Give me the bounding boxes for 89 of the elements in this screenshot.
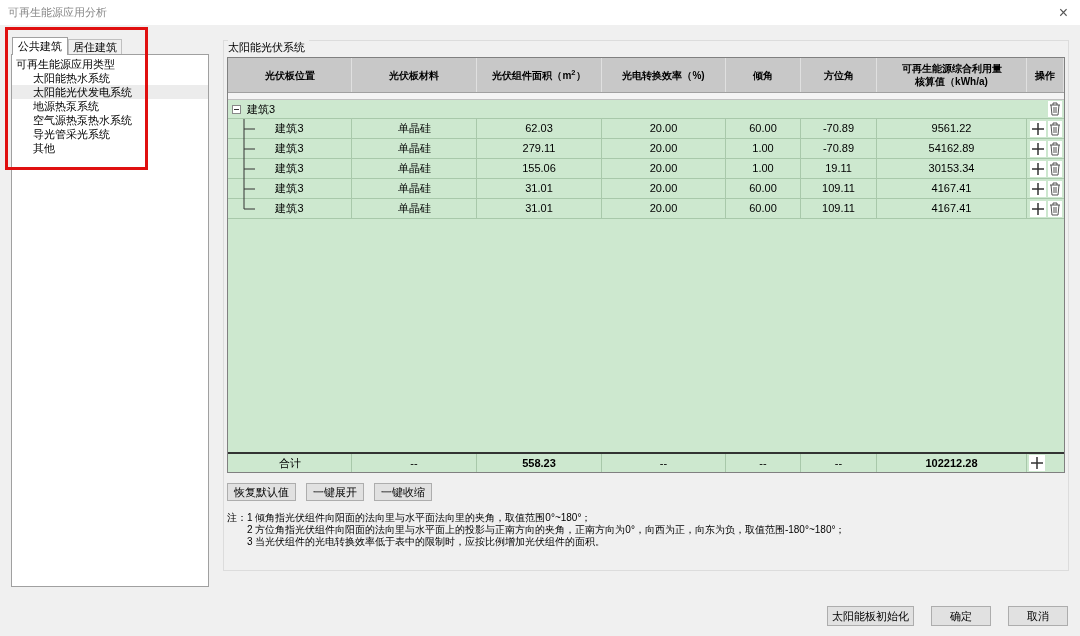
table-cell: 62.03 bbox=[477, 119, 602, 138]
table-cell: 建筑3 bbox=[228, 159, 352, 178]
tab[interactable]: 公共建筑 bbox=[12, 37, 68, 55]
table-cell: 60.00 bbox=[726, 179, 801, 198]
tree-line bbox=[243, 119, 255, 139]
table-cell: 1.00 bbox=[726, 139, 801, 158]
plus-icon[interactable] bbox=[1030, 120, 1046, 137]
table-cell: 单晶硅 bbox=[352, 179, 477, 198]
table-cell: 单晶硅 bbox=[352, 199, 477, 218]
table-cell: 20.00 bbox=[602, 119, 726, 138]
table-cell: 558.23 bbox=[477, 454, 602, 472]
tree-item[interactable]: 太阳能光伏发电系统 bbox=[12, 85, 208, 99]
table-cell: -- bbox=[726, 454, 801, 472]
column-header: 方位角 bbox=[823, 68, 854, 82]
column-header: 光伏组件面积（m$^{2}$） bbox=[492, 68, 586, 82]
table-cell: 单晶硅 bbox=[352, 119, 477, 138]
trash-icon[interactable] bbox=[1048, 101, 1062, 117]
table-cell: 单晶硅 bbox=[352, 139, 477, 158]
tree-line bbox=[243, 159, 255, 179]
column-header: 光伏板材料 bbox=[389, 68, 439, 82]
table-cell: 20.00 bbox=[602, 179, 726, 198]
note-text: 2 方位角指光伏组件向阳面的法向里与水平面上的投影与正南方向的夹角，正南方向为0°，向西为正，向东为负，取值范围-180°~180°； bbox=[247, 524, 846, 536]
close-button[interactable]: × bbox=[1058, 4, 1068, 21]
table-cell: 60.00 bbox=[726, 119, 801, 138]
trash-icon[interactable] bbox=[1048, 120, 1062, 137]
plus-icon[interactable] bbox=[1030, 160, 1046, 177]
tree-line bbox=[243, 139, 255, 159]
table-cell: 4167.41 bbox=[877, 179, 1027, 198]
note-text: 3 当光伏组件的光电转换效率低于表中的限制时，应按比例增加光伏组件的面积。 bbox=[247, 536, 607, 548]
tree-item[interactable]: 地源热泵系统 bbox=[12, 99, 208, 113]
trash-icon[interactable] bbox=[1048, 200, 1062, 217]
column-header: 操作 bbox=[1035, 68, 1055, 82]
table-cell: 建筑3 bbox=[228, 139, 352, 158]
table-cell: 30153.34 bbox=[877, 159, 1027, 178]
table-cell: -- bbox=[801, 454, 877, 472]
button[interactable]: 恢复默认值 bbox=[227, 483, 296, 501]
table-cell: 单晶硅 bbox=[352, 159, 477, 178]
table-cell: -70.89 bbox=[801, 139, 877, 158]
group-label: 建筑3 bbox=[247, 101, 277, 117]
table-cell: 109.11 bbox=[801, 179, 877, 198]
note-text: 1 倾角指光伏组件向阳面的法向里与水平面法向里的夹角，取值范围0°~180°； bbox=[247, 512, 593, 524]
table-cell: 20.00 bbox=[602, 139, 726, 158]
plus-icon[interactable] bbox=[1030, 200, 1046, 217]
table-cell: 60.00 bbox=[726, 199, 801, 218]
table-cell: -70.89 bbox=[801, 119, 877, 138]
column-header: 光伏板位置 bbox=[264, 68, 315, 82]
table-cell: 20.00 bbox=[602, 199, 726, 218]
table-cell: -- bbox=[602, 454, 726, 472]
group-title: 太阳能光伏系统 bbox=[228, 39, 309, 56]
table-cell: 102212.28 bbox=[877, 454, 1027, 472]
trash-icon[interactable] bbox=[1048, 180, 1062, 197]
table-cell: 1.00 bbox=[726, 159, 801, 178]
button[interactable]: 一键收缩 bbox=[374, 483, 432, 501]
table-cell: 建筑3 bbox=[228, 199, 352, 218]
column-header: 倾角 bbox=[753, 68, 773, 82]
button[interactable]: 取消 bbox=[1008, 606, 1068, 626]
table-cell: -- bbox=[352, 454, 477, 472]
trash-icon[interactable] bbox=[1048, 140, 1062, 157]
button[interactable]: 确定 bbox=[931, 606, 991, 626]
plus-icon[interactable] bbox=[1030, 180, 1046, 197]
trash-icon[interactable] bbox=[1048, 160, 1062, 177]
plus-icon[interactable] bbox=[1029, 455, 1045, 471]
table-cell: 54162.89 bbox=[877, 139, 1027, 158]
tree-item[interactable]: 太阳能热水系统 bbox=[12, 71, 208, 85]
column-header: 光电转换效率（%) bbox=[622, 68, 705, 82]
table-cell: 279.11 bbox=[477, 139, 602, 158]
tree-item[interactable]: 空气源热泵热水系统 bbox=[12, 113, 208, 127]
table-cell: 155.06 bbox=[477, 159, 602, 178]
button[interactable]: 一键展开 bbox=[306, 483, 364, 501]
tree-item[interactable]: 其他 bbox=[12, 141, 208, 155]
button[interactable]: 太阳能板初始化 bbox=[827, 606, 914, 626]
table-cell: 20.00 bbox=[602, 159, 726, 178]
table-cell: 31.01 bbox=[477, 179, 602, 198]
table-cell: 31.01 bbox=[477, 199, 602, 218]
table-cell: 合计 bbox=[228, 454, 352, 472]
tab[interactable]: 居住建筑 bbox=[68, 39, 122, 54]
window-title: 可再生能源应用分析 bbox=[8, 5, 107, 21]
table-cell: 109.11 bbox=[801, 199, 877, 218]
tree-item[interactable]: 导光管采光系统 bbox=[12, 127, 208, 141]
collapse-icon[interactable] bbox=[232, 104, 241, 114]
tree-item[interactable]: 可再生能源应用类型 bbox=[12, 57, 208, 71]
table-cell: 建筑3 bbox=[228, 119, 352, 138]
plus-icon[interactable] bbox=[1030, 140, 1046, 157]
table-cell: 建筑3 bbox=[228, 179, 352, 198]
table-cell: 4167.41 bbox=[877, 199, 1027, 218]
column-header: 可再生能源综合利用量核算值（kWh/a) bbox=[900, 62, 1003, 88]
note-label: 注： bbox=[227, 512, 247, 525]
table-cell: 9561.22 bbox=[877, 119, 1027, 138]
table-cell: 19.11 bbox=[801, 159, 877, 178]
